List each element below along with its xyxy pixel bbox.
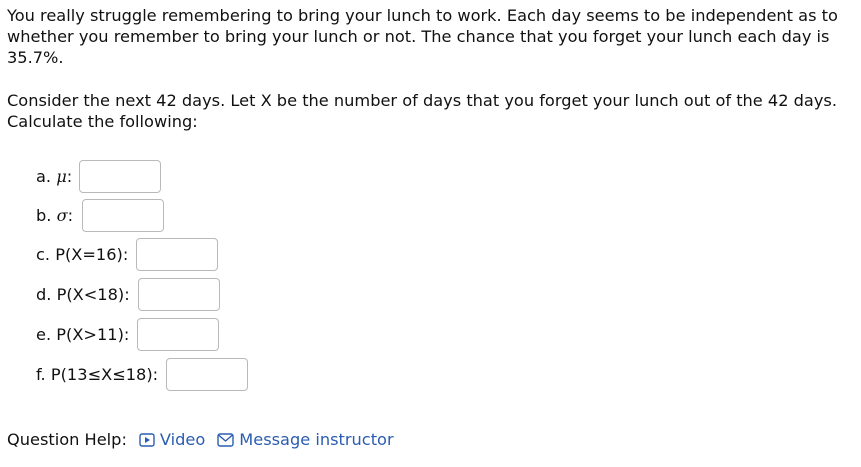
part-c-label: P(X=16): xyxy=(55,245,129,264)
part-d-prefix: d. xyxy=(36,285,52,304)
part-a-prefix: a. xyxy=(36,167,52,186)
mu-symbol: μ xyxy=(56,167,67,186)
part-f-label: P(13≤X≤18): xyxy=(50,365,159,384)
part-e: e. P(X>11): xyxy=(36,318,220,351)
part-f: f. P(13≤X≤18): xyxy=(36,358,249,391)
p-13-le-x-le-18-input[interactable] xyxy=(166,358,249,391)
play-icon xyxy=(139,432,155,447)
part-d-label: P(X<18): xyxy=(56,285,130,304)
p-x-gt-11-input[interactable] xyxy=(137,318,220,351)
envelope-icon xyxy=(217,432,234,447)
part-e-label: P(X>11): xyxy=(56,325,130,344)
p-x-lt-18-input[interactable] xyxy=(137,278,220,311)
question-help: Question Help: Video Message instructor xyxy=(7,430,406,449)
part-a-colon: : xyxy=(66,167,73,186)
question-paragraph-1: You really struggle remembering to bring… xyxy=(7,6,838,67)
part-e-prefix: e. xyxy=(36,325,52,344)
question-paragraph-2: Consider the next 42 days. Let X be the … xyxy=(7,91,838,131)
message-instructor-link[interactable]: Message instructor xyxy=(217,430,394,449)
p-x-eq-16-input[interactable] xyxy=(136,238,219,271)
video-link[interactable]: Video xyxy=(139,430,205,449)
mu-answer-input[interactable] xyxy=(79,160,162,193)
sigma-symbol: σ xyxy=(56,206,68,225)
part-f-prefix: f. xyxy=(36,365,46,384)
part-c: c. P(X=16): xyxy=(36,238,219,271)
question-help-label: Question Help: xyxy=(7,430,127,449)
sigma-answer-input[interactable] xyxy=(82,199,165,232)
part-a: a. μ: xyxy=(36,160,162,193)
video-link-label: Video xyxy=(159,430,206,449)
part-c-prefix: c. xyxy=(36,245,51,264)
part-b-colon: : xyxy=(67,206,74,225)
part-d: d. P(X<18): xyxy=(36,278,220,311)
part-b: b. σ: xyxy=(36,199,165,232)
question-instructions: Consider the next 42 days. Let X be the … xyxy=(7,90,852,132)
question-text: You really struggle remembering to bring… xyxy=(7,5,852,68)
message-instructor-label: Message instructor xyxy=(239,430,394,449)
part-b-prefix: b. xyxy=(36,206,52,225)
